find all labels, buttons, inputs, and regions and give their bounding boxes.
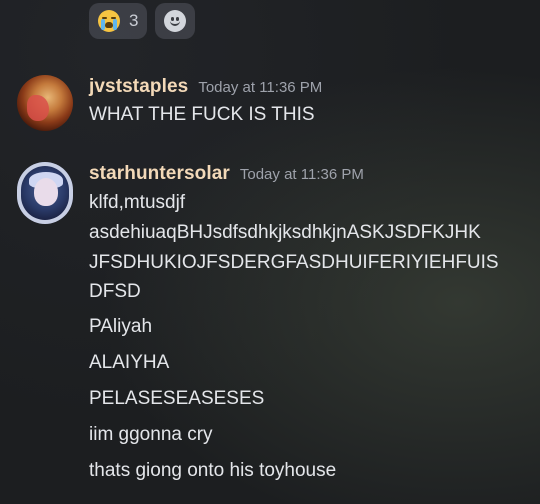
- message-text: thats giong onto his toyhouse: [89, 460, 337, 481]
- avatar[interactable]: [17, 162, 73, 224]
- message-text: iim ggonna cry: [89, 424, 213, 445]
- message-text: PAliyah: [89, 316, 153, 337]
- message-text: JFSDHUKIOJFSDERGFASDHUIFERIYIEHFUIS: [89, 252, 499, 273]
- username[interactable]: jvststaples Today at 11:36 PM: [89, 76, 322, 98]
- message-text: WHAT THE FUCK IS THIS: [89, 104, 315, 125]
- timestamp[interactable]: Today at 11:36 PM: [240, 166, 364, 183]
- avatar[interactable]: [17, 75, 73, 131]
- message-text: DFSD: [89, 281, 141, 302]
- add-reaction-button[interactable]: [155, 3, 196, 39]
- loudly-crying-face-icon: [98, 10, 120, 32]
- reaction-count: 3: [129, 11, 139, 30]
- timestamp[interactable]: Today at 11:36 PM: [198, 79, 322, 96]
- message-text: asdehiuaqBHJsdfsdhkjksdhkjnASKJSDFKJHK: [89, 222, 481, 243]
- add-reaction-smile-icon: [164, 10, 187, 32]
- username[interactable]: starhuntersolar Today at 11:36 PM: [89, 163, 364, 185]
- message-text: PELASESEASESES: [89, 388, 265, 409]
- message-text: ALAIYHA: [89, 352, 170, 373]
- reaction-bar: 3: [89, 3, 196, 39]
- message-text: klfd,mtusdjf: [89, 192, 186, 213]
- reaction-loudly-crying[interactable]: 3: [89, 3, 148, 39]
